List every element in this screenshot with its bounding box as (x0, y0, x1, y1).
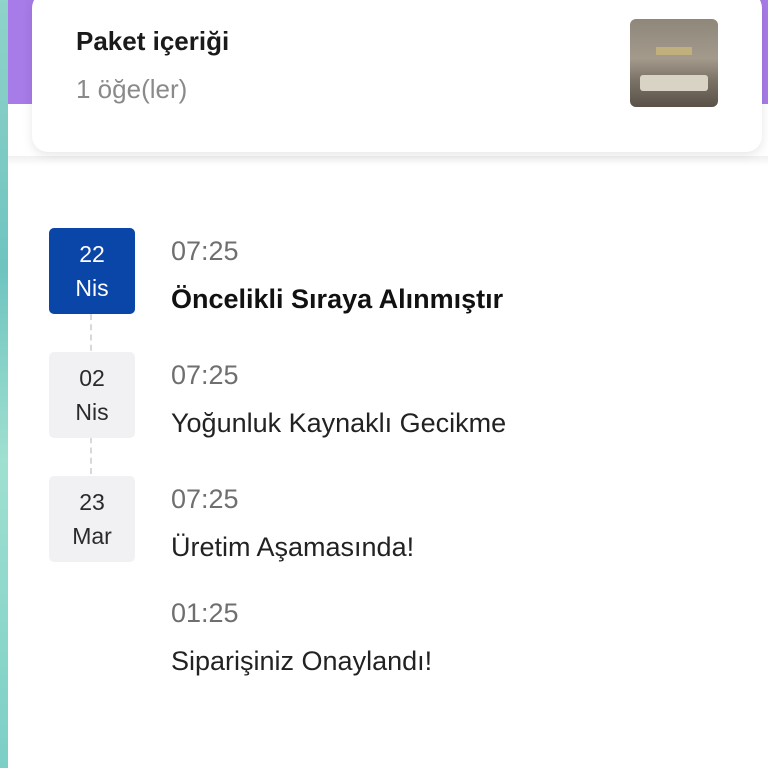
package-title: Paket içeriği (76, 26, 230, 56)
card-divider (8, 156, 768, 166)
event-time: 07:25 (171, 484, 239, 514)
thumbnail-wall-art (656, 47, 692, 55)
event-status: Siparişiniz Onaylandı! (171, 646, 433, 676)
thumbnail-sofa (640, 75, 708, 91)
background-strip (0, 0, 8, 768)
date-month: Mar (72, 523, 112, 549)
date-badge-active: 22 Nis (49, 228, 135, 314)
date-day: 02 (79, 365, 105, 391)
event-status: Yoğunluk Kaynaklı Gecikme (171, 408, 507, 438)
date-badge: 23 Mar (49, 476, 135, 562)
date-day: 22 (79, 241, 105, 267)
event-time: 01:25 (171, 598, 239, 628)
event-time: 07:25 (171, 236, 239, 266)
date-day: 23 (79, 489, 105, 515)
date-badge: 02 Nis (49, 352, 135, 438)
event-status: Öncelikli Sıraya Alınmıştır (171, 284, 504, 314)
event-time: 07:25 (171, 360, 239, 390)
product-thumbnail[interactable] (630, 19, 718, 107)
package-card[interactable]: Paket içeriği 1 öğe(ler) (32, 0, 762, 152)
package-item-count: 1 öğe(ler) (76, 74, 188, 104)
date-month: Nis (75, 399, 109, 425)
event-status: Üretim Aşamasında! (171, 532, 415, 562)
date-month: Nis (75, 275, 109, 301)
